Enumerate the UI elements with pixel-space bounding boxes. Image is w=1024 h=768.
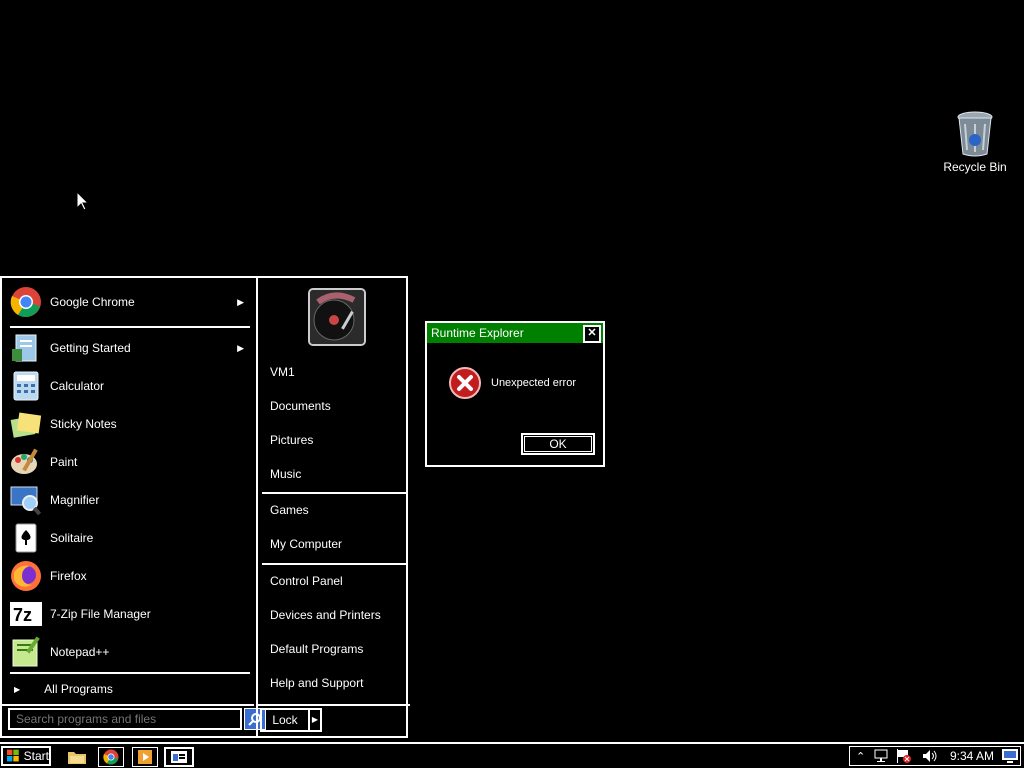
program-label: 7-Zip File Manager <box>50 607 151 621</box>
place-pictures[interactable]: Pictures <box>270 430 313 450</box>
lock-button[interactable]: Lock <box>260 708 310 732</box>
dialog-message: Unexpected error <box>491 377 576 389</box>
program-label: Firefox <box>50 569 87 583</box>
place-music[interactable]: Music <box>270 464 301 484</box>
calculator-icon <box>10 370 42 402</box>
program-magnifier[interactable]: Magnifier <box>10 483 252 517</box>
place-devices-printers[interactable]: Devices and Printers <box>270 605 381 625</box>
program-paint[interactable]: Paint <box>10 445 252 479</box>
place-default-programs[interactable]: Default Programs <box>270 639 363 659</box>
program-getting-started[interactable]: Getting Started ▶ <box>10 331 252 365</box>
windows-logo-icon <box>7 749 19 762</box>
monitor-icon <box>1002 749 1018 763</box>
program-label: Getting Started <box>50 341 131 355</box>
program-sticky-notes[interactable]: Sticky Notes <box>10 407 252 441</box>
program-label: Sticky Notes <box>50 417 117 431</box>
dialog-title: Runtime Explorer <box>431 326 524 340</box>
7zip-icon: 7z <box>10 598 42 630</box>
taskbar: Start ⌃ 9:34 AM <box>0 742 1024 768</box>
chrome-icon <box>103 749 119 765</box>
program-label: Magnifier <box>50 493 100 507</box>
start-menu-places: VM1 Documents Pictures Music Games My Co… <box>256 278 410 736</box>
close-icon: ✕ <box>587 327 597 339</box>
lock-options-button[interactable]: ▶ <box>310 708 322 732</box>
svg-text:7z: 7z <box>13 605 32 625</box>
error-dialog: Runtime Explorer ✕ Unexpected error OK <box>425 321 605 467</box>
mouse-cursor-icon <box>77 192 89 211</box>
program-firefox[interactable]: Firefox <box>10 559 252 593</box>
expand-arrow-icon: ▶ <box>14 684 21 694</box>
chevron-right-icon: ▶ <box>311 715 319 724</box>
action-center-flag-icon[interactable] <box>896 748 912 764</box>
magnifier-icon <box>10 484 42 516</box>
divider <box>258 704 410 706</box>
system-tray: ⌃ 9:34 AM <box>849 746 1021 766</box>
dialog-close-button[interactable]: ✕ <box>583 325 601 343</box>
folder-icon <box>68 752 86 764</box>
shutdown-row: Lock ▶ <box>260 708 322 732</box>
divider <box>10 326 250 328</box>
submenu-arrow-icon: ▶ <box>237 296 244 307</box>
search-input[interactable] <box>8 708 242 730</box>
program-7zip[interactable]: 7z 7-Zip File Manager <box>10 597 252 631</box>
clock[interactable]: 9:34 AM <box>950 749 994 763</box>
program-label: Solitaire <box>50 531 94 545</box>
volume-icon[interactable] <box>922 749 938 763</box>
user-avatar[interactable] <box>308 288 366 346</box>
program-label: Notepad++ <box>50 645 110 659</box>
place-control-panel[interactable]: Control Panel <box>270 571 343 591</box>
place-games[interactable]: Games <box>270 500 309 520</box>
dialog-titlebar[interactable]: Runtime Explorer ✕ <box>427 323 603 343</box>
network-icon[interactable] <box>874 749 888 763</box>
sticky-notes-icon <box>10 408 42 440</box>
show-desktop-button[interactable] <box>1002 748 1018 764</box>
ok-button[interactable]: OK <box>521 433 595 455</box>
start-menu: Google Chrome ▶ Getting Started ▶ Calcul… <box>0 276 410 738</box>
taskbar-chrome[interactable] <box>98 747 124 767</box>
firefox-icon <box>10 560 42 592</box>
program-label: Paint <box>50 455 78 469</box>
place-help-support[interactable]: Help and Support <box>270 673 363 693</box>
divider <box>262 492 408 494</box>
program-calculator[interactable]: Calculator <box>10 369 252 403</box>
show-hidden-icons-button[interactable]: ⌃ <box>856 750 865 763</box>
taskbar-explorer[interactable] <box>64 747 90 767</box>
place-my-computer[interactable]: My Computer <box>270 534 342 554</box>
program-google-chrome[interactable]: Google Chrome ▶ <box>10 285 252 319</box>
chrome-icon <box>10 286 42 318</box>
notepadpp-icon <box>10 636 42 668</box>
getting-started-icon <box>10 332 42 364</box>
solitaire-icon <box>10 522 42 554</box>
start-button[interactable]: Start <box>1 746 51 766</box>
divider <box>262 563 408 565</box>
submenu-arrow-icon: ▶ <box>237 342 244 353</box>
program-label: Calculator <box>50 379 105 393</box>
place-vm1[interactable]: VM1 <box>270 362 295 382</box>
window-icon <box>171 751 187 763</box>
recycle-bin-label: Recycle Bin <box>943 160 1007 174</box>
divider <box>10 672 250 674</box>
start-menu-programs: Google Chrome ▶ Getting Started ▶ Calcul… <box>2 278 266 736</box>
taskbar-media-player[interactable] <box>132 747 158 767</box>
program-solitaire[interactable]: Solitaire <box>10 521 252 555</box>
paint-icon <box>10 446 42 478</box>
program-label: Google Chrome <box>50 295 135 309</box>
search-row <box>8 708 266 730</box>
start-label: Start <box>23 749 49 763</box>
taskbar-runtime-explorer[interactable] <box>164 747 194 767</box>
error-icon <box>449 367 481 399</box>
recycle-bin-shortcut[interactable]: Recycle Bin <box>938 110 1012 174</box>
turntable-avatar-icon <box>310 290 364 344</box>
media-player-icon <box>138 750 152 764</box>
program-notepadpp[interactable]: Notepad++ <box>10 635 252 669</box>
all-programs-button[interactable]: ▶ All Programs <box>10 678 250 700</box>
all-programs-label: All Programs <box>44 682 113 696</box>
recycle-bin-icon <box>957 111 993 157</box>
divider <box>2 704 254 706</box>
place-documents[interactable]: Documents <box>270 396 331 416</box>
